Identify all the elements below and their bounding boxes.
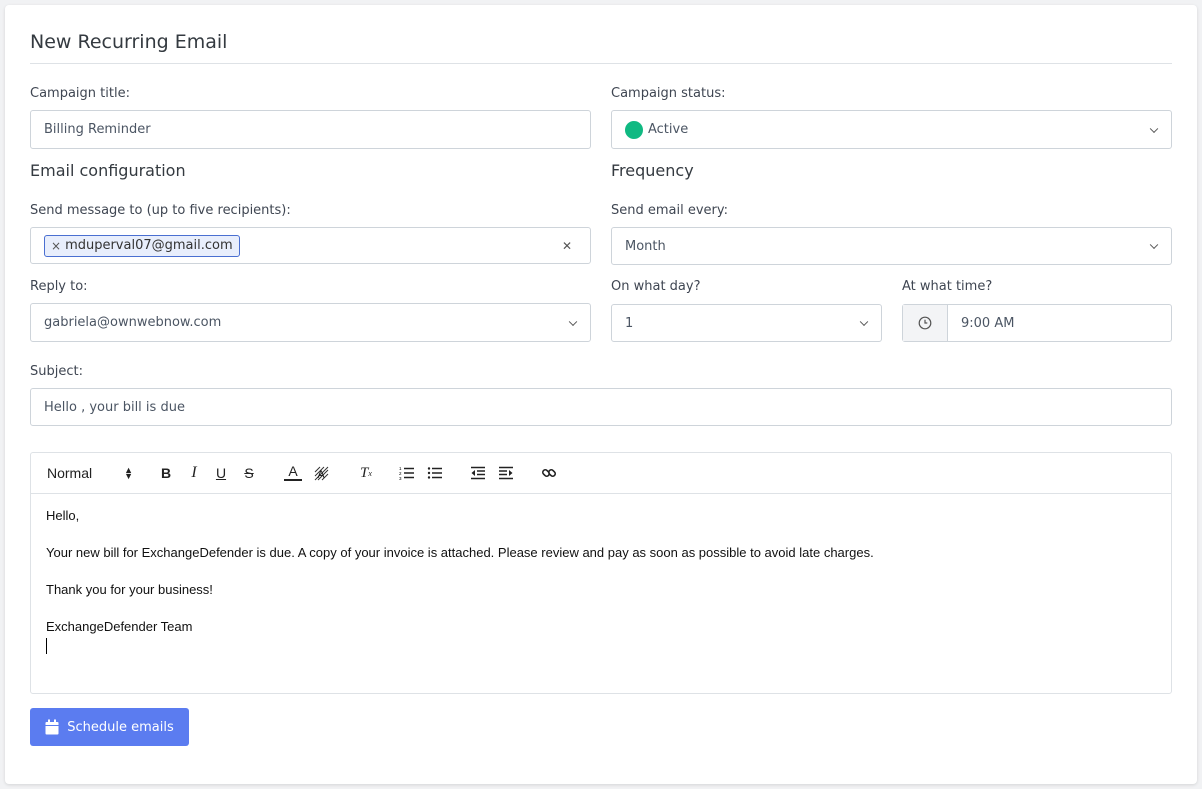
editor-toolbar: Normal ▲ ▼ B I U S A A Tx 123 bbox=[31, 453, 1171, 494]
send-to-label: Send message to (up to five recipients): bbox=[30, 203, 291, 218]
svg-text:A: A bbox=[317, 469, 325, 481]
send-every-select[interactable]: Month bbox=[611, 227, 1172, 265]
clock-icon bbox=[903, 305, 948, 341]
editor-paragraph: ExchangeDefender Team bbox=[46, 619, 193, 634]
text-color-icon[interactable]: A bbox=[284, 463, 302, 481]
editor-paragraph: Hello, bbox=[46, 508, 80, 523]
calendar-icon bbox=[45, 719, 59, 735]
subject-label: Subject: bbox=[30, 364, 83, 379]
svg-text:3: 3 bbox=[399, 476, 402, 480]
campaign-status-select[interactable]: Active bbox=[611, 110, 1172, 149]
reply-to-label: Reply to: bbox=[30, 279, 88, 294]
status-active-dot bbox=[625, 120, 643, 139]
recipient-chip: × mduperval07@gmail.com bbox=[44, 234, 240, 257]
up-down-arrows-icon: ▲ ▼ bbox=[124, 465, 133, 481]
day-value: 1 bbox=[625, 315, 634, 331]
background-color-icon[interactable]: A bbox=[312, 463, 330, 483]
clear-recipients-icon[interactable]: ✕ bbox=[562, 239, 572, 253]
indent-icon[interactable] bbox=[497, 463, 515, 483]
subject-value: Hello , your bill is due bbox=[44, 399, 185, 415]
bold-icon[interactable]: B bbox=[157, 463, 175, 483]
frequency-heading: Frequency bbox=[611, 161, 694, 180]
recipients-input[interactable]: × mduperval07@gmail.com ✕ bbox=[30, 227, 591, 264]
ordered-list-icon[interactable]: 123 bbox=[398, 463, 416, 483]
link-icon[interactable] bbox=[540, 463, 558, 483]
italic-icon[interactable]: I bbox=[185, 463, 203, 483]
schedule-emails-label: Schedule emails bbox=[67, 719, 174, 735]
editor-paragraph: Your new bill for ExchangeDefender is du… bbox=[46, 545, 874, 560]
text-caret bbox=[46, 638, 47, 654]
day-label: On what day? bbox=[611, 279, 701, 294]
campaign-title-label: Campaign title: bbox=[30, 86, 130, 101]
format-select-value: Normal bbox=[47, 465, 93, 481]
reply-to-select[interactable]: gabriela@ownwebnow.com bbox=[30, 303, 591, 342]
strike-icon[interactable]: S bbox=[240, 463, 258, 483]
schedule-emails-button[interactable]: Schedule emails bbox=[30, 708, 189, 746]
time-label: At what time? bbox=[902, 279, 993, 294]
clear-format-icon[interactable]: Tx bbox=[356, 463, 376, 483]
remove-recipient-icon[interactable]: × bbox=[51, 239, 61, 253]
time-input[interactable]: 9:00 AM bbox=[902, 304, 1172, 342]
underline-icon[interactable]: U bbox=[212, 463, 230, 483]
format-select[interactable]: Normal ▲ ▼ bbox=[47, 463, 133, 483]
rich-text-editor[interactable]: Normal ▲ ▼ B I U S A A Tx 123 Hello, You… bbox=[30, 452, 1172, 694]
editor-content[interactable]: Hello, Your new bill for ExchangeDefende… bbox=[46, 507, 1156, 654]
recipient-email: mduperval07@gmail.com bbox=[65, 238, 233, 253]
time-value: 9:00 AM bbox=[961, 315, 1015, 331]
campaign-title-input[interactable]: Billing Reminder bbox=[30, 110, 591, 149]
email-configuration-heading: Email configuration bbox=[30, 161, 186, 180]
campaign-title-value: Billing Reminder bbox=[44, 122, 151, 137]
subject-input[interactable]: Hello , your bill is due bbox=[30, 388, 1172, 426]
send-every-value: Month bbox=[625, 238, 666, 254]
page-title: New Recurring Email bbox=[30, 31, 228, 53]
reply-to-value: gabriela@ownwebnow.com bbox=[44, 315, 222, 330]
outdent-icon[interactable] bbox=[469, 463, 487, 483]
bullet-list-icon[interactable] bbox=[426, 463, 444, 483]
title-divider bbox=[30, 63, 1172, 64]
send-every-label: Send email every: bbox=[611, 203, 729, 218]
recurring-email-card: New Recurring Email Campaign title: Bill… bbox=[5, 5, 1197, 784]
campaign-status-label: Campaign status: bbox=[611, 86, 726, 101]
editor-paragraph: Thank you for your business! bbox=[46, 582, 213, 597]
campaign-status-value: Active bbox=[648, 122, 689, 137]
day-select[interactable]: 1 bbox=[611, 304, 882, 342]
